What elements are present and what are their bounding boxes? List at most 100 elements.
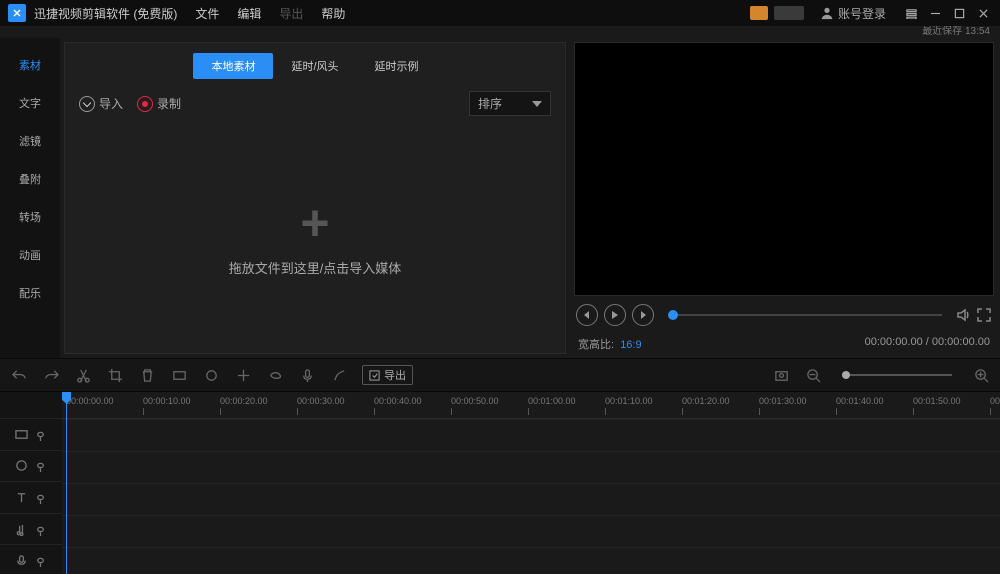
ruler-mark: 00:01:10.00 — [605, 396, 653, 406]
ruler-mark: 00:00:50.00 — [451, 396, 499, 406]
tracks-area[interactable]: 00:00:00.0000:00:10.0000:00:20.0000:00:3… — [62, 392, 1000, 574]
sidebar-item-text[interactable]: 文字 — [0, 84, 60, 122]
ruler-mark: 00:01:40.00 — [836, 396, 884, 406]
track-row[interactable] — [62, 483, 1000, 515]
zoom-handle[interactable] — [842, 371, 850, 379]
tool-e-button[interactable] — [330, 366, 348, 384]
snapshot-button[interactable] — [772, 366, 790, 384]
next-frame-button[interactable] — [632, 304, 654, 326]
export-icon — [369, 370, 380, 381]
settings-button[interactable] — [902, 4, 920, 22]
tool-d-button[interactable] — [266, 366, 284, 384]
drop-hint: 拖放文件到这里/点击导入媒体 — [229, 258, 402, 277]
sidebar-item-filter[interactable]: 滤镜 — [0, 122, 60, 160]
login-button[interactable]: 账号登录 — [820, 5, 886, 22]
track-row[interactable] — [62, 515, 1000, 547]
preview-panel: 宽高比: 16:9 00:00:00.00 / 00:00:00.00 — [570, 38, 1000, 358]
timeline: 00:00:00.0000:00:10.0000:00:20.0000:00:3… — [0, 392, 1000, 574]
media-tabs: 本地素材 延时/风头 延时示例 — [65, 43, 565, 85]
sidebar-item-media[interactable]: 素材 — [0, 46, 60, 84]
sidebar-item-transition[interactable]: 转场 — [0, 198, 60, 236]
user-icon — [820, 6, 834, 20]
track-head-video[interactable] — [0, 418, 62, 450]
login-label: 账号登录 — [838, 5, 886, 22]
track-row[interactable] — [62, 419, 1000, 451]
import-button[interactable]: 导入 — [79, 95, 123, 112]
import-icon — [79, 96, 95, 112]
play-button[interactable] — [604, 304, 626, 326]
zoom-out-button[interactable] — [804, 366, 822, 384]
tab-example[interactable]: 延时示例 — [357, 53, 437, 79]
tool-a-button[interactable] — [170, 366, 188, 384]
crop-button[interactable] — [106, 366, 124, 384]
volume-icon[interactable] — [956, 307, 972, 323]
scrub-bar[interactable] — [668, 314, 942, 316]
menu-edit[interactable]: 编辑 — [237, 5, 261, 22]
import-label: 导入 — [99, 95, 123, 112]
track-head-text[interactable] — [0, 481, 62, 513]
last-save: 最近保存 13:54 — [0, 26, 1000, 38]
app-logo — [8, 4, 26, 22]
maximize-button[interactable] — [950, 4, 968, 22]
track-head-audio[interactable] — [0, 513, 62, 545]
ruler-mark: 00:01:30.00 — [759, 396, 807, 406]
time-display: 00:00:00.00 / 00:00:00.00 — [865, 336, 990, 352]
ratio-value[interactable]: 16:9 — [620, 339, 641, 351]
fullscreen-icon[interactable] — [976, 307, 992, 323]
ruler-mark: 00:01:20.00 — [682, 396, 730, 406]
track-head-voice[interactable] — [0, 544, 62, 574]
scrub-handle[interactable] — [668, 310, 678, 320]
preview-screen[interactable] — [574, 42, 994, 296]
export-button[interactable]: 导出 — [362, 365, 413, 385]
menu-help[interactable]: 帮助 — [321, 5, 345, 22]
preview-info: 宽高比: 16:9 00:00:00.00 / 00:00:00.00 — [574, 334, 994, 358]
minimize-button[interactable] — [926, 4, 944, 22]
menu-export: 导出 — [279, 5, 303, 22]
sidebar-item-overlay[interactable]: 叠附 — [0, 160, 60, 198]
zoom-slider[interactable] — [842, 374, 952, 376]
status-pill — [774, 6, 804, 20]
sidebar-item-animation[interactable]: 动画 — [0, 236, 60, 274]
playhead[interactable] — [66, 392, 67, 574]
main-area: 素材 文字 滤镜 叠附 转场 动画 配乐 本地素材 延时/风头 延时示例 导入 … — [0, 38, 1000, 358]
notice-badge[interactable] — [750, 6, 768, 20]
sidebar: 素材 文字 滤镜 叠附 转场 动画 配乐 — [0, 38, 60, 358]
export-label: 导出 — [384, 367, 406, 383]
title-right: 账号登录 — [750, 4, 992, 22]
ruler-mark: 00:00:00.00 — [66, 396, 114, 406]
ruler-mark: 00:00:30.00 — [297, 396, 345, 406]
ruler-mark: 00:00:40.00 — [374, 396, 422, 406]
tool-b-button[interactable] — [202, 366, 220, 384]
ruler-mark: 00:00:10.00 — [143, 396, 191, 406]
tab-local[interactable]: 本地素材 — [193, 53, 273, 79]
split-button[interactable] — [74, 366, 92, 384]
record-icon — [137, 96, 153, 112]
track-head-overlay[interactable] — [0, 450, 62, 482]
media-panel: 本地素材 延时/风头 延时示例 导入 录制 排序 + 拖放文件到这里/点击导入媒… — [64, 42, 566, 354]
ruler-mark: 00:01:50.00 — [913, 396, 961, 406]
tab-lens[interactable]: 延时/风头 — [273, 53, 356, 79]
delete-button[interactable] — [138, 366, 156, 384]
tool-c-button[interactable] — [234, 366, 252, 384]
close-button[interactable] — [974, 4, 992, 22]
volume-controls — [956, 307, 992, 323]
media-drop-zone[interactable]: + 拖放文件到这里/点击导入媒体 — [65, 122, 565, 353]
app-title: 迅捷视频剪辑软件 (免费版) — [34, 5, 177, 22]
undo-button[interactable] — [10, 366, 28, 384]
record-label: 录制 — [157, 95, 181, 112]
track-heads — [0, 392, 62, 574]
time-ruler[interactable]: 00:00:00.0000:00:10.0000:00:20.0000:00:3… — [62, 392, 1000, 419]
ruler-mark: 00:02:00.00 — [990, 396, 1000, 406]
track-row[interactable] — [62, 451, 1000, 483]
plus-icon: + — [300, 198, 329, 248]
track-row[interactable] — [62, 547, 1000, 574]
zoom-in-button[interactable] — [972, 366, 990, 384]
redo-button[interactable] — [42, 366, 60, 384]
menu-file[interactable]: 文件 — [195, 5, 219, 22]
chevron-down-icon — [532, 101, 542, 107]
sidebar-item-music[interactable]: 配乐 — [0, 274, 60, 312]
prev-frame-button[interactable] — [576, 304, 598, 326]
sort-dropdown[interactable]: 排序 — [469, 91, 551, 116]
mic-button[interactable] — [298, 366, 316, 384]
record-button[interactable]: 录制 — [137, 95, 181, 112]
